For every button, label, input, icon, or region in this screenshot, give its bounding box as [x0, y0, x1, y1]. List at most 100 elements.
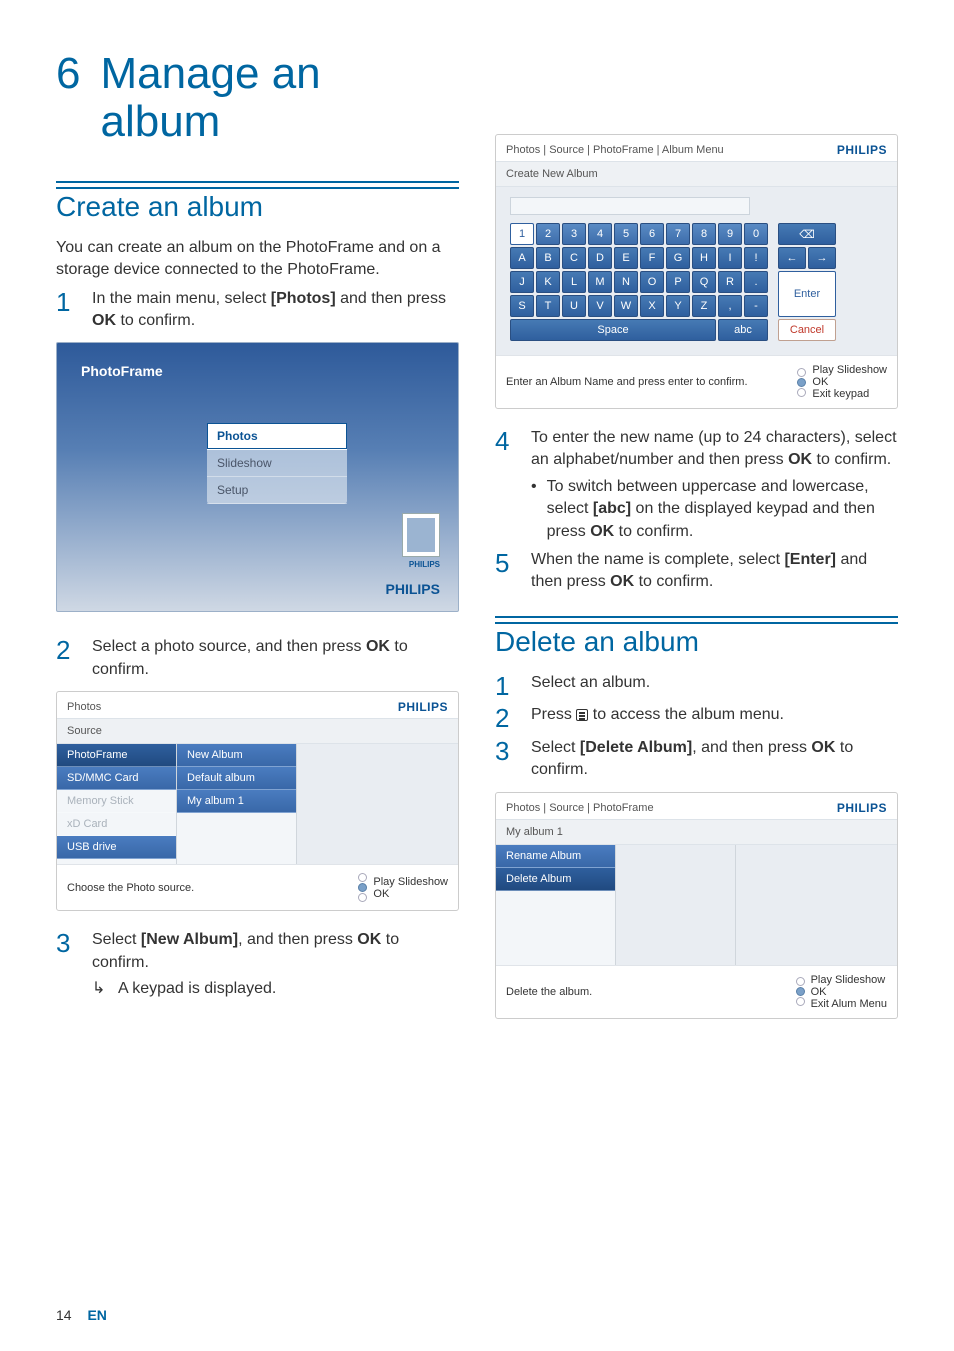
key-y[interactable]: Y	[666, 295, 690, 317]
key-e[interactable]: E	[614, 247, 638, 269]
key-cancel[interactable]: Cancel	[778, 319, 836, 341]
key-l[interactable]: L	[562, 271, 586, 293]
delete-step-2: 2 Press to access the album menu.	[495, 704, 898, 733]
key-9[interactable]: 9	[718, 223, 742, 245]
source-sdmmc[interactable]: SD/MMC Card	[57, 767, 176, 790]
album-name-input[interactable]	[510, 197, 750, 215]
nav-cluster: Play Slideshow OK Exit Alum Menu	[796, 974, 887, 1010]
album-list: New Album Default album My album 1	[177, 744, 297, 864]
key-o[interactable]: O	[640, 271, 664, 293]
key-grid: 1 2 3 4 5 6 7 8 9 0 A B C	[510, 223, 768, 317]
key-n[interactable]: N	[614, 271, 638, 293]
key-h[interactable]: H	[692, 247, 716, 269]
step-4: 4 To enter the new name (up to 24 charac…	[495, 427, 898, 472]
chapter-number: 6	[56, 50, 80, 98]
keypad-area: 1 2 3 4 5 6 7 8 9 0 A B C	[496, 187, 897, 355]
nav-cluster: Play Slideshow OK	[358, 873, 448, 902]
preview-pane	[297, 744, 458, 864]
album-rename[interactable]: Rename Album	[496, 845, 615, 868]
key-abc[interactable]: abc	[718, 319, 768, 341]
section-create-album: Create an album	[56, 187, 459, 223]
key-u[interactable]: U	[562, 295, 586, 317]
key-x[interactable]: X	[640, 295, 664, 317]
brand-philips: PHILIPS	[837, 143, 887, 157]
key-c[interactable]: C	[562, 247, 586, 269]
key-6[interactable]: 6	[640, 223, 664, 245]
key-p[interactable]: P	[666, 271, 690, 293]
frame-thumbnail-icon	[402, 513, 440, 557]
album-new[interactable]: New Album	[177, 744, 296, 767]
chapter-heading: 6 Manage an album	[56, 50, 459, 147]
key-2[interactable]: 2	[536, 223, 560, 245]
key-comma[interactable]: ,	[718, 295, 742, 317]
key-q[interactable]: Q	[692, 271, 716, 293]
album-my1[interactable]: My album 1	[177, 790, 296, 813]
photoframe-label: PhotoFrame	[81, 363, 163, 379]
screenshot-keypad: Photos | Source | PhotoFrame | Album Men…	[495, 134, 898, 409]
main-menu-item-setup[interactable]: Setup	[207, 477, 347, 504]
key-0[interactable]: 0	[744, 223, 768, 245]
key-dash[interactable]: -	[744, 295, 768, 317]
key-right[interactable]: →	[808, 247, 836, 269]
key-b[interactable]: B	[536, 247, 560, 269]
step-3-result: ↳ A keypad is displayed.	[92, 978, 459, 1000]
key-v[interactable]: V	[588, 295, 612, 317]
section-delete-album: Delete an album	[495, 622, 898, 658]
key-s[interactable]: S	[510, 295, 534, 317]
nav-ok[interactable]: OK	[811, 986, 887, 998]
key-enter[interactable]: Enter	[778, 271, 836, 317]
subheader-create: Create New Album	[496, 161, 897, 187]
key-d[interactable]: D	[588, 247, 612, 269]
key-t[interactable]: T	[536, 295, 560, 317]
key-backspace[interactable]: ⌫	[778, 223, 836, 245]
main-menu-item-photos[interactable]: Photos	[207, 423, 347, 450]
key-g[interactable]: G	[666, 247, 690, 269]
nav-play-slideshow[interactable]: Play Slideshow	[812, 364, 887, 376]
key-5[interactable]: 5	[614, 223, 638, 245]
key-i[interactable]: I	[718, 247, 742, 269]
source-list: PhotoFrame SD/MMC Card Memory Stick xD C…	[57, 744, 177, 864]
key-m[interactable]: M	[588, 271, 612, 293]
key-k[interactable]: K	[536, 271, 560, 293]
source-photoframe[interactable]: PhotoFrame	[57, 744, 176, 767]
breadcrumb: Photos | Source | PhotoFrame	[506, 802, 654, 814]
key-w[interactable]: W	[614, 295, 638, 317]
key-1[interactable]: 1	[510, 223, 534, 245]
step-2: 2 Select a photo source, and then press …	[56, 636, 459, 681]
key-7[interactable]: 7	[666, 223, 690, 245]
nav-ok[interactable]: OK	[373, 888, 448, 900]
nav-ok[interactable]: OK	[812, 376, 887, 388]
page-number: 14	[56, 1307, 72, 1323]
delete-step-1: 1 Select an album.	[495, 672, 898, 701]
main-menu-item-slideshow[interactable]: Slideshow	[207, 450, 347, 477]
key-left[interactable]: ←	[778, 247, 806, 269]
key-a[interactable]: A	[510, 247, 534, 269]
brand-philips: PHILIPS	[386, 581, 440, 597]
key-3[interactable]: 3	[562, 223, 586, 245]
album-menu-list: Rename Album Delete Album	[496, 845, 616, 965]
breadcrumb: Photos | Source | PhotoFrame | Album Men…	[506, 144, 724, 156]
brand-philips: PHILIPS	[398, 700, 448, 714]
key-j[interactable]: J	[510, 271, 534, 293]
source-memory-stick[interactable]: Memory Stick	[57, 790, 176, 813]
key-8[interactable]: 8	[692, 223, 716, 245]
nav-play-slideshow[interactable]: Play Slideshow	[373, 876, 448, 888]
source-xd-card[interactable]: xD Card	[57, 813, 176, 836]
album-default[interactable]: Default album	[177, 767, 296, 790]
source-usb-drive[interactable]: USB drive	[57, 836, 176, 859]
screenshot-photo-source: Photos PHILIPS Source PhotoFrame SD/MMC …	[56, 691, 459, 911]
key-excl[interactable]: !	[744, 247, 768, 269]
key-dot[interactable]: .	[744, 271, 768, 293]
nav-exit-keypad[interactable]: Exit keypad	[812, 388, 887, 400]
key-space[interactable]: Space	[510, 319, 716, 341]
nav-play-slideshow[interactable]: Play Slideshow	[811, 974, 887, 986]
key-f[interactable]: F	[640, 247, 664, 269]
hint-text: Choose the Photo source.	[67, 882, 194, 894]
screenshot-main-menu: PhotoFrame Photos Slideshow Setup PHILIP…	[56, 342, 459, 612]
nav-exit-album-menu[interactable]: Exit Alum Menu	[811, 998, 887, 1010]
album-delete[interactable]: Delete Album	[496, 868, 615, 891]
key-z[interactable]: Z	[692, 295, 716, 317]
key-4[interactable]: 4	[588, 223, 612, 245]
nav-cluster: Play Slideshow OK Exit keypad	[797, 364, 887, 400]
key-r[interactable]: R	[718, 271, 742, 293]
